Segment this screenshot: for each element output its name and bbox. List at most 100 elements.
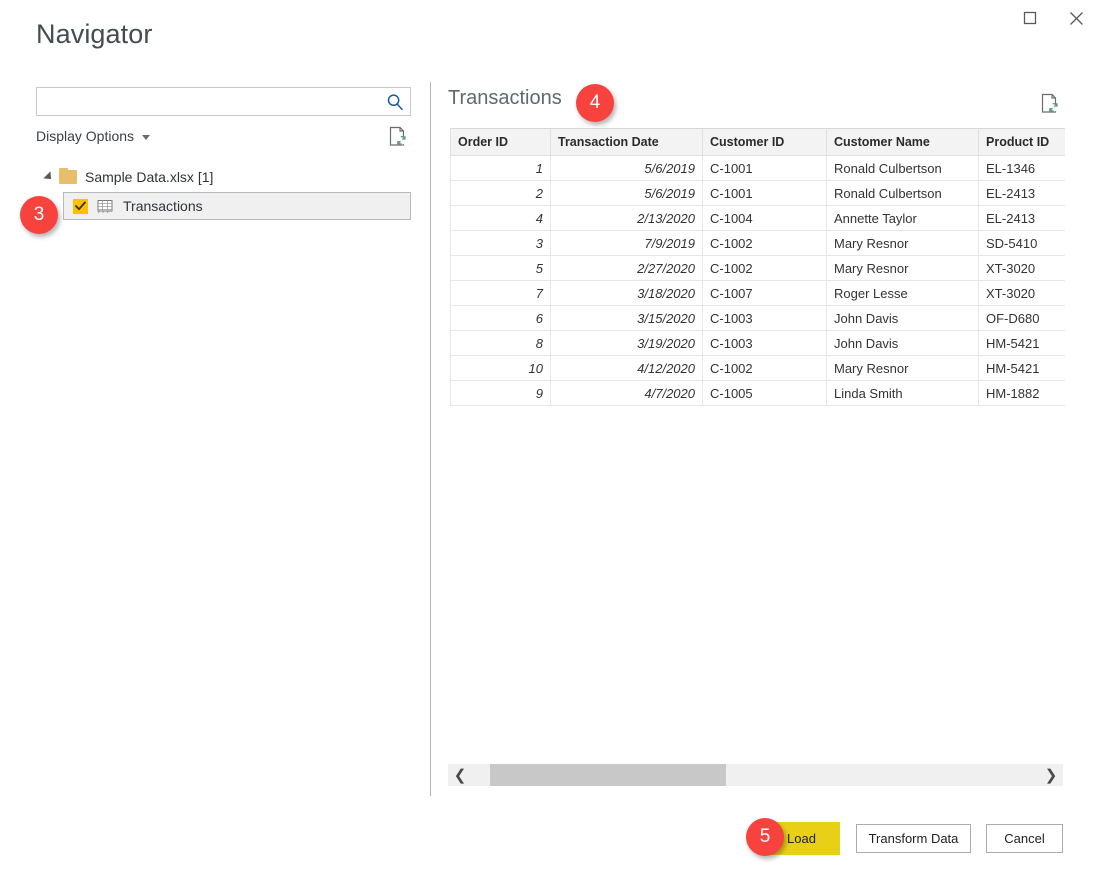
column-header-order-id[interactable]: Order ID xyxy=(451,129,551,156)
column-header-transaction-date[interactable]: Transaction Date xyxy=(551,129,703,156)
scrollbar-track[interactable] xyxy=(472,764,1039,786)
cell-product-id: EL-2413 xyxy=(979,206,1066,231)
cell-order-id: 8 xyxy=(451,331,551,356)
cell-product-id: HM-5421 xyxy=(979,331,1066,356)
column-header-product-id[interactable]: Product ID xyxy=(979,129,1066,156)
cell-customer-name: Annette Taylor xyxy=(827,206,979,231)
cell-customer-name: Ronald Culbertson xyxy=(827,181,979,206)
preview-pane: Transactions xyxy=(448,82,1099,800)
cell-customer-id: C-1004 xyxy=(703,206,827,231)
dialog-footer: Load Transform Data Cancel xyxy=(0,824,1099,854)
expand-collapse-triangle-icon[interactable] xyxy=(43,171,54,182)
cell-product-id: EL-2413 xyxy=(979,181,1066,206)
checkbox-transactions[interactable] xyxy=(73,199,88,214)
cell-order-id: 7 xyxy=(451,281,551,306)
search-icon[interactable] xyxy=(380,88,410,115)
table-row[interactable]: 25/6/2019C-1001Ronald CulbertsonEL-2413 xyxy=(451,181,1066,206)
tree-item-sample-data[interactable]: Sample Data.xlsx [1] xyxy=(0,164,430,190)
table-header-row: Order ID Transaction Date Customer ID Cu… xyxy=(451,129,1066,156)
display-options-label: Display Options xyxy=(36,128,134,144)
table-row[interactable]: 63/15/2020C-1003John DavisOF-D680 xyxy=(451,306,1066,331)
cell-customer-id: C-1007 xyxy=(703,281,827,306)
close-button[interactable] xyxy=(1053,0,1099,36)
table-row[interactable]: 42/13/2020C-1004Annette TaylorEL-2413 xyxy=(451,206,1066,231)
cell-order-id: 1 xyxy=(451,156,551,181)
cell-order-id: 9 xyxy=(451,381,551,406)
cell-customer-name: Mary Resnor xyxy=(827,356,979,381)
cell-transaction-date: 5/6/2019 xyxy=(551,156,703,181)
cell-customer-id: C-1001 xyxy=(703,181,827,206)
cell-order-id: 2 xyxy=(451,181,551,206)
page-title: Navigator xyxy=(36,21,152,48)
cell-customer-id: C-1003 xyxy=(703,306,827,331)
tree-item-transactions[interactable]: Transactions xyxy=(63,192,411,220)
table-row[interactable]: 52/27/2020C-1002Mary ResnorXT-3020 xyxy=(451,256,1066,281)
refresh-document-icon xyxy=(388,134,408,151)
table-header: Order ID Transaction Date Customer ID Cu… xyxy=(451,129,1066,156)
cell-customer-name: Mary Resnor xyxy=(827,231,979,256)
left-pane: Display Options xyxy=(0,74,430,800)
table-body: 15/6/2019C-1001Ronald CulbertsonEL-13462… xyxy=(451,156,1066,406)
cell-transaction-date: 3/15/2020 xyxy=(551,306,703,331)
table-row[interactable]: 73/18/2020C-1007Roger LesseXT-3020 xyxy=(451,281,1066,306)
column-header-customer-name[interactable]: Customer Name xyxy=(827,129,979,156)
preview-table: Order ID Transaction Date Customer ID Cu… xyxy=(450,128,1065,406)
cell-transaction-date: 2/27/2020 xyxy=(551,256,703,281)
callout-badge-3: 3 xyxy=(20,196,58,234)
table-icon xyxy=(97,199,114,214)
cell-product-id: HM-5421 xyxy=(979,356,1066,381)
table-row[interactable]: 37/9/2019C-1002Mary ResnorSD-5410 xyxy=(451,231,1066,256)
chevron-down-icon xyxy=(142,135,150,140)
cell-transaction-date: 7/9/2019 xyxy=(551,231,703,256)
callout-badge-4: 4 xyxy=(576,84,614,122)
cell-customer-id: C-1005 xyxy=(703,381,827,406)
table-row[interactable]: 15/6/2019C-1001Ronald CulbertsonEL-1346 xyxy=(451,156,1066,181)
cell-order-id: 10 xyxy=(451,356,551,381)
cell-transaction-date: 4/12/2020 xyxy=(551,356,703,381)
refresh-document-icon xyxy=(1040,101,1060,118)
cell-product-id: SD-5410 xyxy=(979,231,1066,256)
scroll-left-arrow-icon[interactable]: ❮ xyxy=(448,764,472,786)
horizontal-scrollbar[interactable]: ❮ ❯ xyxy=(448,764,1063,786)
tree-item-label: Transactions xyxy=(123,198,203,214)
cell-transaction-date: 2/13/2020 xyxy=(551,206,703,231)
cell-product-id: HM-1882 xyxy=(979,381,1066,406)
cell-transaction-date: 3/19/2020 xyxy=(551,331,703,356)
cell-customer-name: John Davis xyxy=(827,331,979,356)
cancel-button[interactable]: Cancel xyxy=(986,824,1063,853)
cell-customer-name: Roger Lesse xyxy=(827,281,979,306)
cell-order-id: 5 xyxy=(451,256,551,281)
cell-transaction-date: 5/6/2019 xyxy=(551,181,703,206)
cell-order-id: 3 xyxy=(451,231,551,256)
refresh-preview-button-left[interactable] xyxy=(388,126,408,152)
refresh-preview-button-right[interactable] xyxy=(1040,93,1060,119)
folder-icon xyxy=(59,170,77,184)
tree-item-root-label: Sample Data.xlsx [1] xyxy=(85,169,213,185)
cell-customer-name: Ronald Culbertson xyxy=(827,156,979,181)
transform-data-button[interactable]: Transform Data xyxy=(856,824,971,853)
search-box[interactable] xyxy=(36,87,411,116)
navigator-tree: Sample Data.xlsx [1] Transactions xyxy=(0,164,430,220)
close-icon xyxy=(1069,11,1084,26)
preview-data-grid[interactable]: Order ID Transaction Date Customer ID Cu… xyxy=(450,128,1065,410)
table-row[interactable]: 94/7/2020C-1005Linda SmithHM-1882 xyxy=(451,381,1066,406)
column-header-customer-id[interactable]: Customer ID xyxy=(703,129,827,156)
cell-customer-id: C-1002 xyxy=(703,231,827,256)
cell-transaction-date: 3/18/2020 xyxy=(551,281,703,306)
cell-order-id: 4 xyxy=(451,206,551,231)
cell-customer-name: Linda Smith xyxy=(827,381,979,406)
scrollbar-thumb[interactable] xyxy=(490,764,726,786)
navigator-dialog: Navigator Display Options xyxy=(0,0,1099,874)
cell-product-id: XT-3020 xyxy=(979,281,1066,306)
maximize-button[interactable] xyxy=(1007,0,1053,36)
cell-customer-name: John Davis xyxy=(827,306,979,331)
display-options-dropdown[interactable]: Display Options xyxy=(36,128,150,144)
table-row[interactable]: 83/19/2020C-1003John DavisHM-5421 xyxy=(451,331,1066,356)
search-input[interactable] xyxy=(37,88,380,115)
cell-customer-id: C-1002 xyxy=(703,256,827,281)
cell-customer-id: C-1001 xyxy=(703,156,827,181)
scroll-right-arrow-icon[interactable]: ❯ xyxy=(1039,764,1063,786)
cell-order-id: 6 xyxy=(451,306,551,331)
cell-product-id: XT-3020 xyxy=(979,256,1066,281)
table-row[interactable]: 104/12/2020C-1002Mary ResnorHM-5421 xyxy=(451,356,1066,381)
